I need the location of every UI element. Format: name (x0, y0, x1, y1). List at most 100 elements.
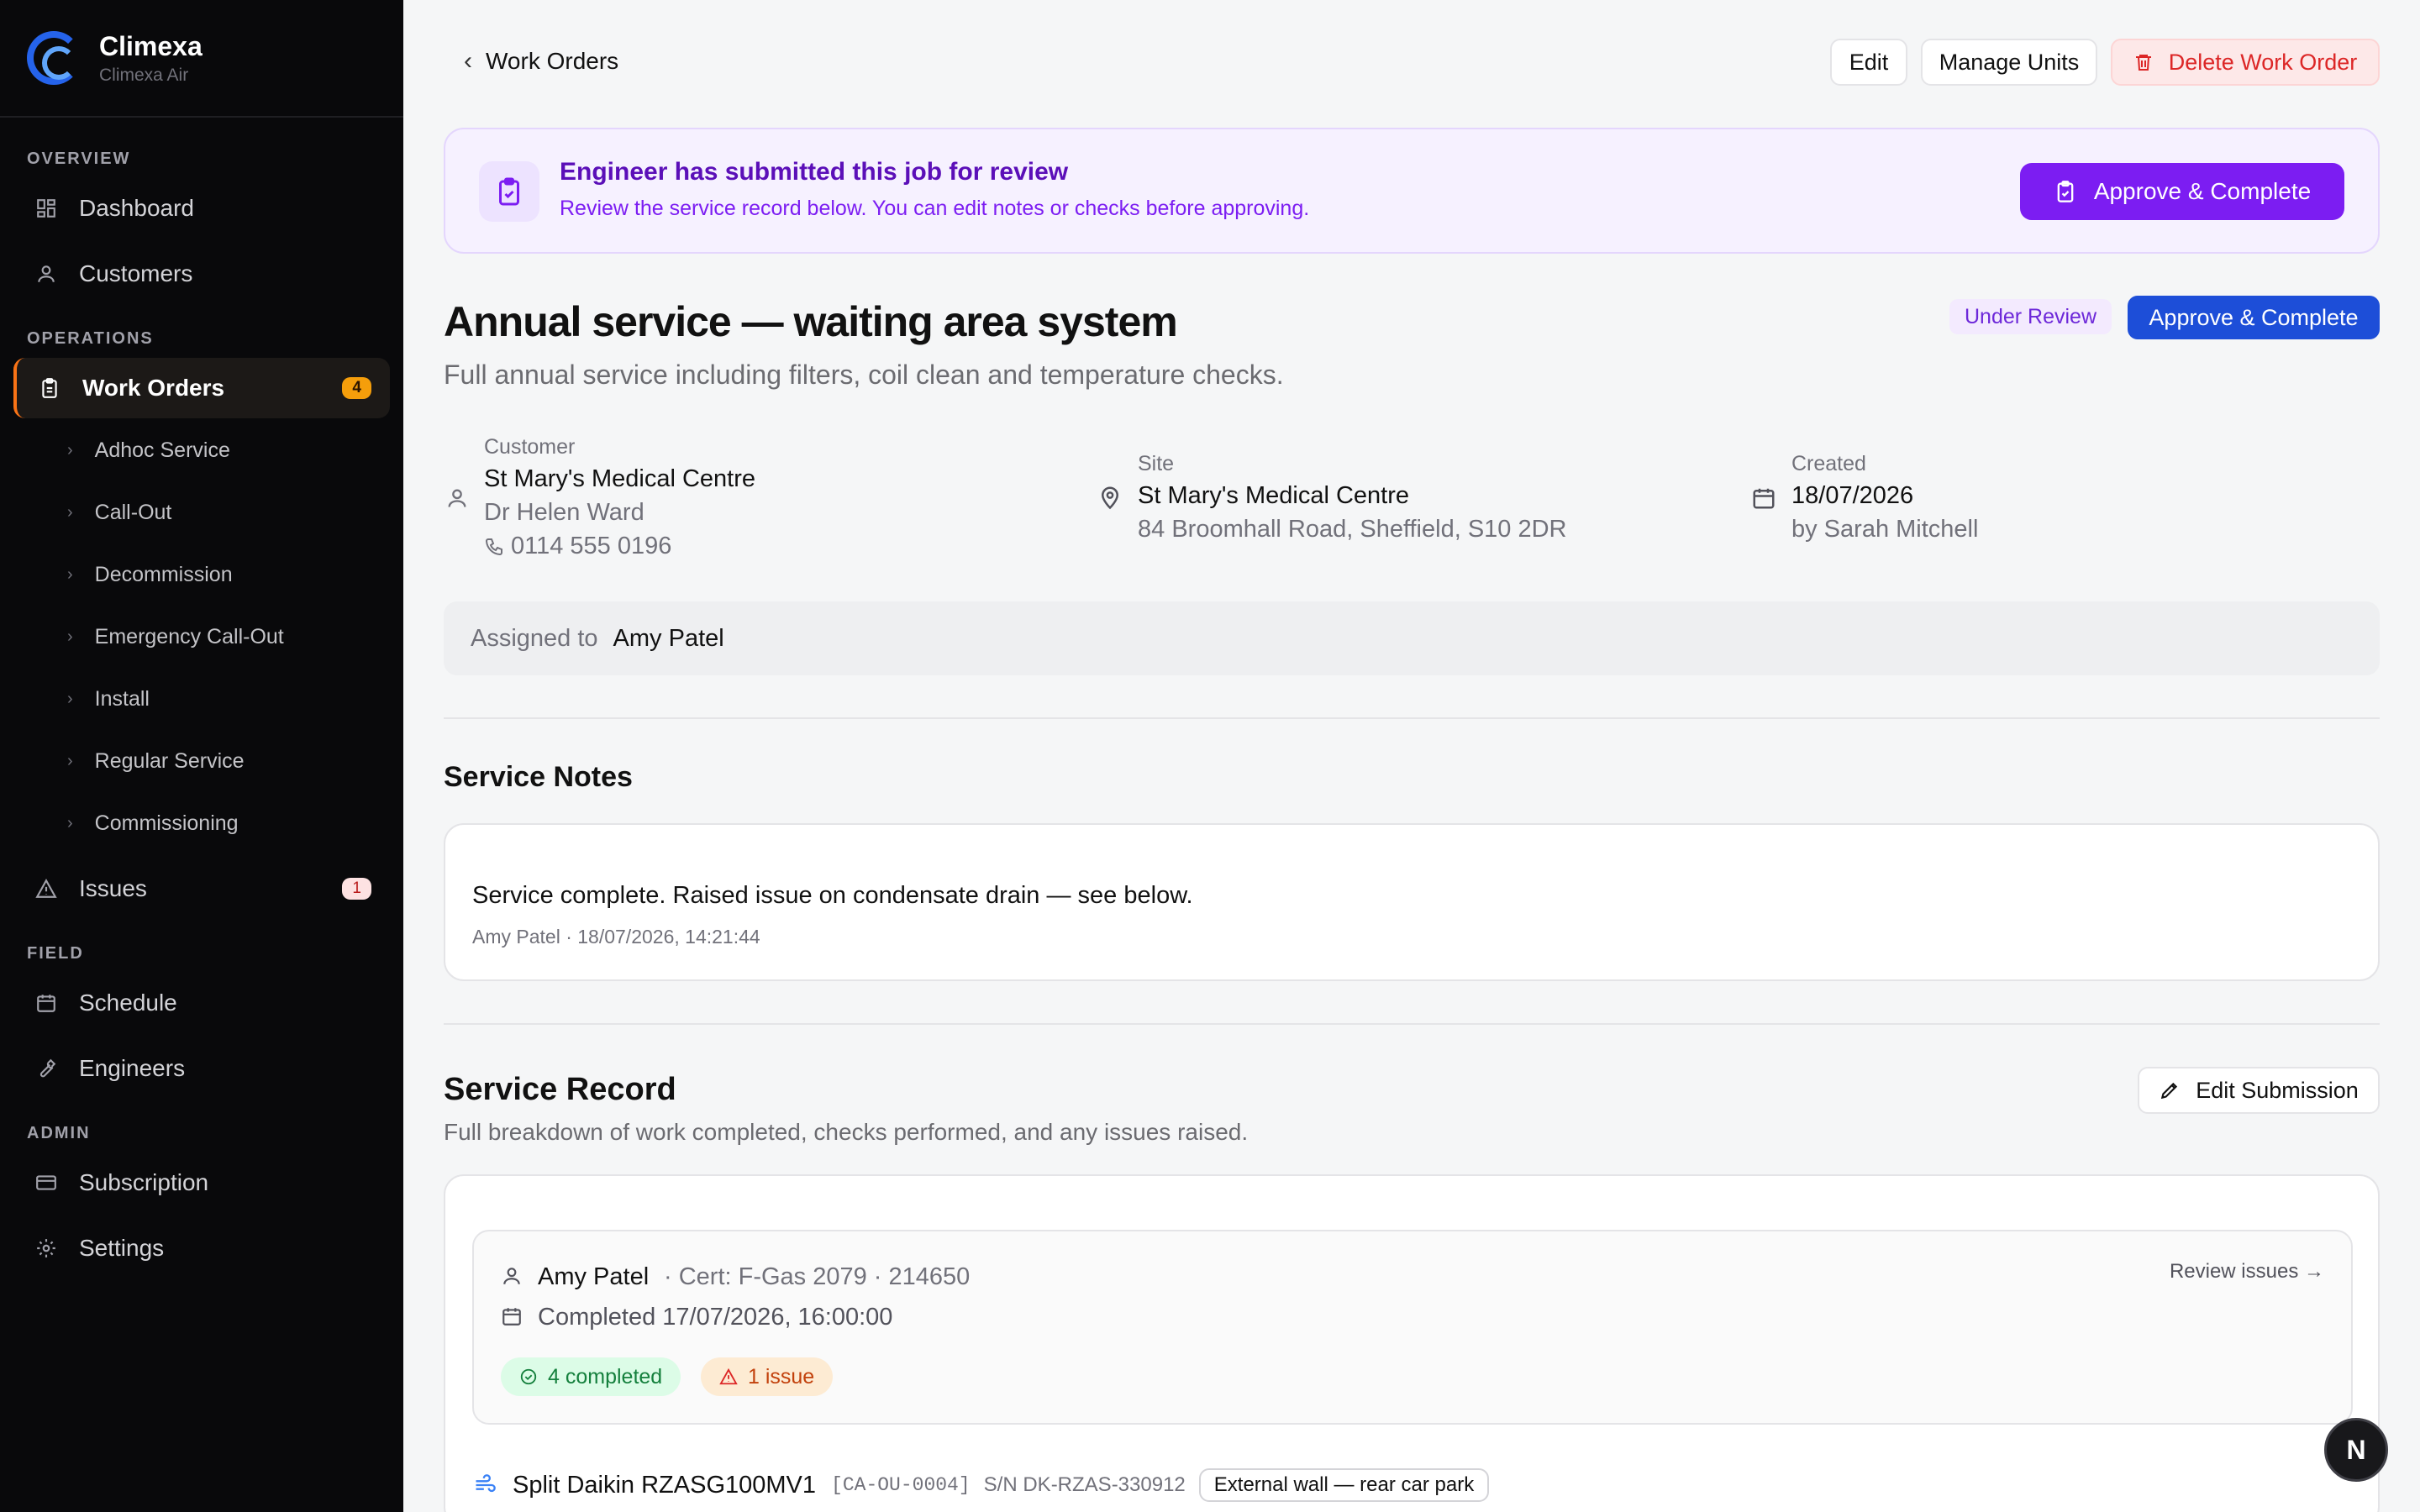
dev-tools-button[interactable]: N (2324, 1418, 2388, 1482)
delete-work-order-button[interactable]: Delete Work Order (2111, 39, 2380, 86)
warning-icon (719, 1368, 738, 1386)
assigned-engineer[interactable]: Amy Patel (613, 625, 724, 653)
customer-name[interactable]: St Mary's Medical Centre (484, 465, 755, 493)
work-orders-count-badge: 4 (342, 377, 371, 399)
sidebar-item-engineers[interactable]: Engineers (13, 1038, 390, 1099)
engineer-submission-panel: Amy Patel · Cert: F-Gas 2079 · 214650 Co… (472, 1230, 2353, 1425)
sidebar-subitem-commissioning[interactable]: › Commissioning (67, 811, 239, 836)
sidebar-item-label: Schedule (79, 990, 177, 1016)
grid-icon (34, 196, 59, 221)
service-note-text: Service complete. Raised issue on conden… (472, 882, 1193, 909)
site-label: Site (1138, 452, 1175, 475)
chevron-right-icon: › (67, 627, 73, 646)
site-name: St Mary's Medical Centre (1138, 482, 1410, 509)
review-issues-link[interactable]: Review issues → (2170, 1260, 2324, 1284)
sidebar-subitem-adhoc-service[interactable]: › Adhoc Service (67, 438, 230, 463)
customer-label: Customer (484, 435, 576, 459)
unit-name: Split Daikin RZASG100MV1 (513, 1471, 817, 1499)
sidebar: Climexa Climexa Air OVERVIEW Dashboard C… (0, 0, 403, 1512)
sidebar-item-customers[interactable]: Customers (13, 244, 390, 304)
chevron-right-icon: › (67, 814, 73, 832)
sidebar-subitem-emergency-call-out[interactable]: › Emergency Call-Out (67, 625, 284, 649)
sidebar-item-label: Subscription (79, 1169, 209, 1195)
edit-submission-button[interactable]: Edit Submission (2138, 1067, 2380, 1114)
credit-card-icon (34, 1170, 59, 1195)
section-overview: OVERVIEW (27, 150, 131, 168)
clipboard-check-icon (2054, 180, 2077, 203)
check-circle-icon (519, 1368, 538, 1386)
service-notes-heading: Service Notes (444, 761, 633, 793)
completed-count-pill: 4 completed (501, 1357, 681, 1396)
chevron-right-icon: › (67, 752, 73, 770)
site-address: 84 Broomhall Road, Sheffield, S10 2DR (1138, 516, 1567, 543)
sidebar-subitem-decommission[interactable]: › Decommission (67, 563, 233, 587)
page-title: Annual service — waiting area system (444, 298, 1178, 345)
pencil-icon (2159, 1079, 2181, 1101)
unit-row[interactable]: Split Daikin RZASG100MV1 [CA-OU-0004] S/… (472, 1468, 1490, 1502)
unit-code: [CA-OU-0004] (831, 1474, 971, 1496)
sidebar-item-label: Work Orders (82, 375, 225, 401)
sidebar-item-issues[interactable]: Issues 1 (13, 858, 390, 919)
created-date: 18/07/2026 (1791, 482, 1914, 509)
calendar-icon (34, 990, 59, 1016)
chevron-right-icon: › (67, 503, 73, 522)
service-record-subtitle: Full breakdown of work completed, checks… (444, 1119, 1249, 1145)
brand[interactable]: Climexa Climexa Air (0, 0, 403, 118)
gear-icon (34, 1236, 59, 1261)
chevron-right-icon: › (67, 441, 73, 459)
customer-contact: Dr Helen Ward (484, 499, 644, 526)
completed-datetime: Completed 17/07/2026, 16:00:00 (538, 1304, 893, 1331)
chevron-left-icon: ‹ (464, 47, 472, 75)
user-icon (445, 486, 469, 515)
review-banner: Engineer has submitted this job for revi… (444, 128, 2380, 254)
issue-count-pill: 1 issue (701, 1357, 834, 1396)
edit-button[interactable]: Edit (1830, 39, 1907, 86)
banner-approve-button[interactable]: Approve & Complete (2020, 163, 2344, 220)
banner-subtitle: Review the service record below. You can… (560, 197, 1310, 220)
assigned-row: Assigned to Amy Patel (444, 601, 2380, 675)
customer-phone[interactable]: 0114 555 0196 (484, 533, 671, 560)
chevron-right-icon: › (67, 690, 73, 708)
location-pin-icon (1097, 484, 1123, 515)
clipboard-check-icon (479, 161, 539, 222)
warning-icon (34, 876, 59, 901)
assigned-label: Assigned to (471, 624, 598, 652)
calendar-icon (1751, 486, 1776, 515)
wrench-icon (34, 1056, 59, 1081)
service-note-meta: Amy Patel · 18/07/2026, 14:21:44 (472, 926, 760, 948)
section-operations: OPERATIONS (27, 329, 154, 348)
main-content: ‹ Work Orders Edit Manage Units Delete W… (403, 0, 2420, 1512)
unit-serial: S/N DK-RZAS-330912 (983, 1473, 1186, 1496)
sidebar-item-work-orders[interactable]: Work Orders 4 (13, 358, 390, 418)
manage-units-button[interactable]: Manage Units (1921, 39, 2097, 86)
clipboard-icon (37, 375, 62, 401)
back-link[interactable]: ‹ Work Orders (464, 47, 618, 76)
sidebar-subitem-install[interactable]: › Install (67, 687, 150, 711)
chevron-right-icon: › (67, 565, 73, 584)
service-record-card: Amy Patel · Cert: F-Gas 2079 · 214650 Co… (444, 1174, 2380, 1512)
section-admin: ADMIN (27, 1124, 91, 1142)
brand-name: Climexa (99, 30, 203, 61)
engineer-cert: · Cert: F-Gas 2079 · 214650 (664, 1263, 971, 1290)
banner-title: Engineer has submitted this job for revi… (560, 158, 1069, 186)
climexa-logo-icon (27, 31, 81, 85)
sidebar-item-subscription[interactable]: Subscription (13, 1152, 390, 1213)
sidebar-item-label: Customers (79, 260, 193, 286)
sidebar-item-label: Engineers (79, 1055, 186, 1081)
divider (444, 1023, 2380, 1025)
unit-location-chip: External wall — rear car park (1198, 1468, 1490, 1502)
sidebar-subitem-call-out[interactable]: › Call-Out (67, 501, 171, 525)
brand-subtitle: Climexa Air (99, 65, 189, 85)
approve-complete-button[interactable]: Approve & Complete (2128, 296, 2380, 339)
job-description: Full annual service including filters, c… (444, 360, 1284, 390)
engineer-name: Amy Patel (538, 1263, 650, 1290)
service-record-heading: Service Record (444, 1072, 676, 1107)
sidebar-item-schedule[interactable]: Schedule (13, 973, 390, 1033)
sidebar-item-settings[interactable]: Settings (13, 1218, 390, 1278)
calendar-icon (501, 1305, 523, 1331)
sidebar-item-dashboard[interactable]: Dashboard (13, 178, 390, 239)
sidebar-subitem-regular-service[interactable]: › Regular Service (67, 749, 245, 774)
service-notes-card: Service complete. Raised issue on conden… (444, 823, 2380, 981)
user-icon (34, 261, 59, 286)
created-label: Created (1791, 452, 1866, 475)
